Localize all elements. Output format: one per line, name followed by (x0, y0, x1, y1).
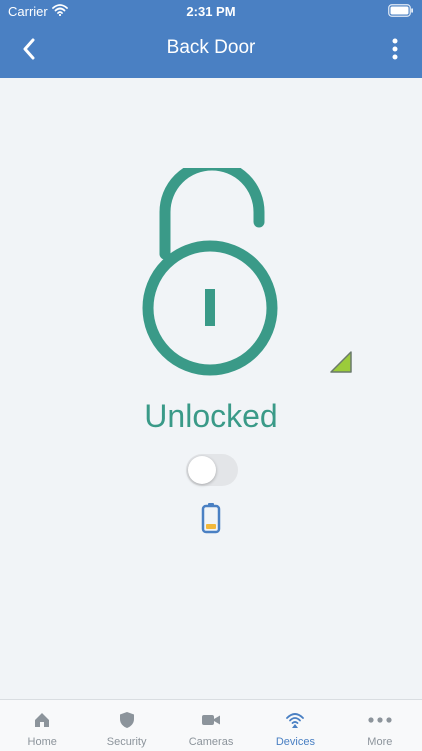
tab-security[interactable]: Security (84, 700, 168, 751)
tab-label: Cameras (188, 736, 234, 748)
tab-label: Security (106, 736, 147, 748)
unlocked-padlock-icon[interactable] (135, 159, 285, 380)
page-title: Back Door (166, 37, 256, 58)
battery-fill (206, 524, 216, 529)
lock-status-label: Unlocked (144, 398, 278, 434)
tab-label: Devices (275, 736, 315, 748)
nav-bar: Back Door (0, 22, 422, 78)
vertical-ellipsis-icon (392, 38, 398, 65)
video-camera-icon (199, 710, 223, 730)
app-header: Carrier 2:31 PM Back Door (0, 0, 422, 78)
tab-home[interactable]: Home (0, 700, 84, 751)
tab-bar: Home Security Cameras Devices More (0, 699, 422, 751)
lock-toggle-switch[interactable] (186, 454, 238, 486)
tab-more[interactable]: More (338, 700, 422, 751)
shield-icon (115, 710, 139, 730)
battery-status-icon (388, 4, 414, 20)
toggle-knob (188, 456, 216, 484)
house-icon (30, 710, 54, 730)
tab-devices[interactable]: Devices (253, 700, 337, 751)
wifi-signal-icon (283, 710, 307, 730)
battery-level-icon (201, 502, 221, 534)
tab-label: Home (27, 736, 57, 748)
status-time: 2:31 PM (186, 4, 236, 19)
tab-label: More (367, 736, 393, 748)
more-options-button[interactable] (382, 36, 408, 66)
tab-cameras[interactable]: Cameras (169, 700, 253, 751)
signal-strength-icon (329, 350, 353, 374)
horizontal-ellipsis-icon (368, 710, 392, 730)
status-bar: Carrier 2:31 PM (0, 0, 422, 22)
